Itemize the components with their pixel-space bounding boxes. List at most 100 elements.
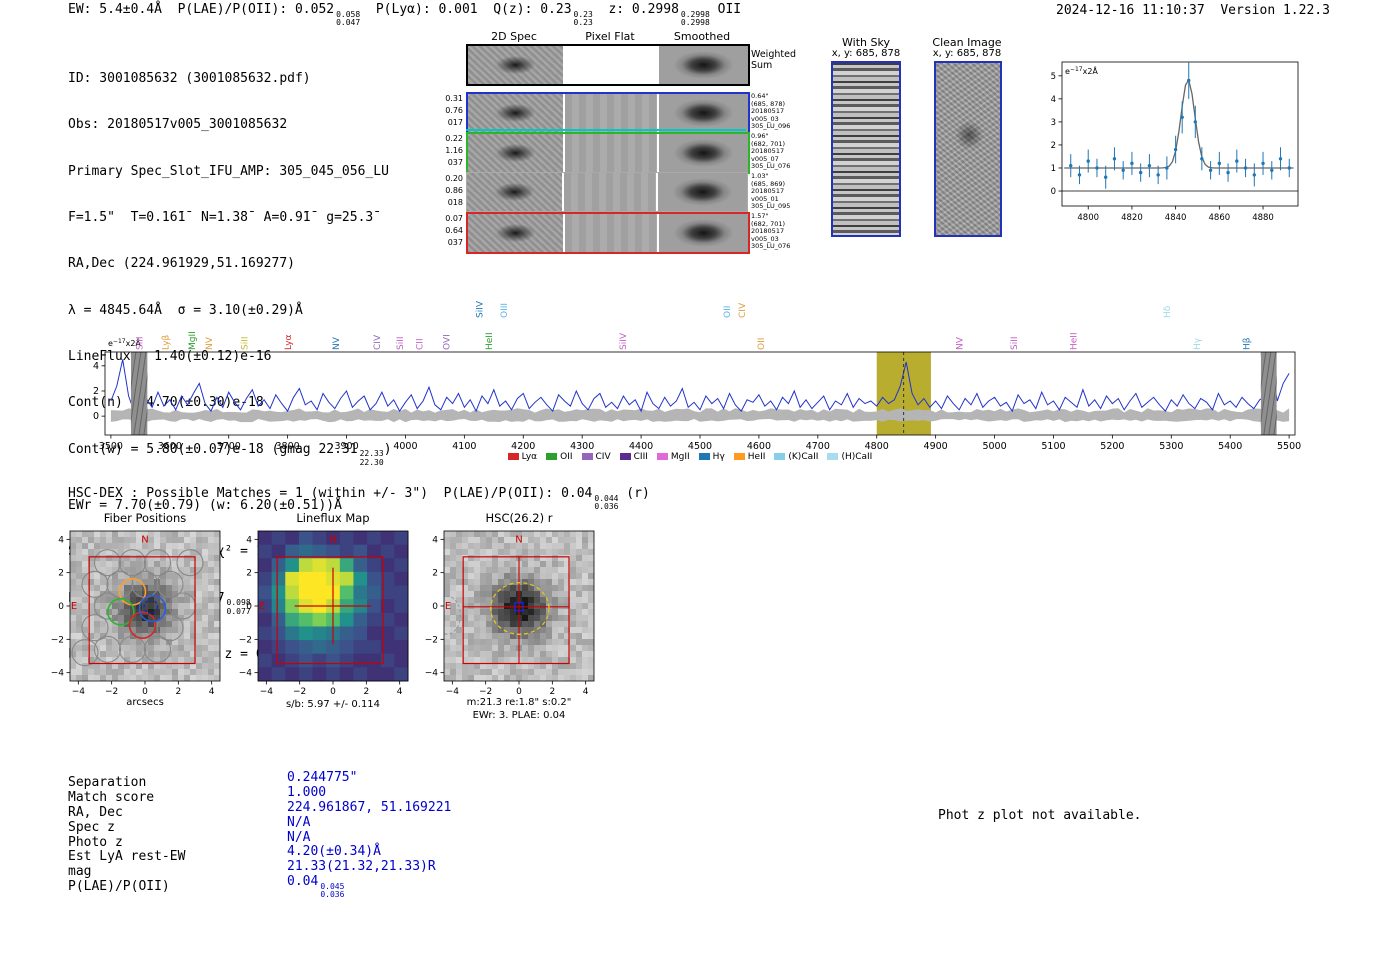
svg-text:−2: −2 xyxy=(51,635,64,645)
fiber-row-weights: 0.22 1.16 037 xyxy=(445,134,463,167)
summary-ew: EW: 5.4±0.4Å P(LAE)/P(OII): 0.052 xyxy=(68,2,335,17)
svg-text:4400: 4400 xyxy=(629,441,653,452)
svg-text:0: 0 xyxy=(516,687,522,697)
legend-item: CIV xyxy=(581,452,611,462)
legend-label: MgII xyxy=(670,452,690,462)
svg-text:N: N xyxy=(515,534,522,545)
info-primary: Primary Spec_Slot_IFU_AMP: 305_045_056_L… xyxy=(68,163,389,179)
fiber-pixelflat-image xyxy=(565,134,657,172)
svg-text:5100: 5100 xyxy=(1041,441,1065,452)
spectrum-legend: Lyα OII CIV CIII MgII Hγ HeII (K)CaII (H)CaII xyxy=(400,452,980,462)
lineflux-map-panel: −4 −4 −2 −2 0 0 2 2 4 4 N E xyxy=(239,530,409,697)
fiber-spec2d-row xyxy=(466,172,748,212)
svg-text:−4: −4 xyxy=(425,669,439,679)
svg-text:0: 0 xyxy=(58,602,64,612)
match-table-value-uncertainty: 0.045 0.036 xyxy=(320,881,345,900)
svg-text:4: 4 xyxy=(432,535,438,545)
svg-text:0: 0 xyxy=(432,602,438,612)
svg-text:CIV: CIV xyxy=(373,334,383,350)
info-fiber-stats: F=1.5" T=0.16̄1̄ N=1.3̄8̄ A=0.9̄1̄ g=25.… xyxy=(68,209,374,225)
svg-text:5300: 5300 xyxy=(1159,441,1183,452)
svg-text:SiIV: SiIV xyxy=(619,332,629,350)
fiber-positions-panel: −4 −4 −2 −2 0 0 2 2 4 4 N E xyxy=(51,530,221,697)
fiber-row-weights: 0.31 0.76 017 xyxy=(445,94,463,127)
svg-text:N: N xyxy=(329,534,336,545)
spec2d-header-2dspec: 2D Spec xyxy=(491,30,537,43)
fiber-pixelflat-image xyxy=(564,173,656,211)
match-table-value: 21.33(21.32,21.33)R xyxy=(287,859,436,875)
svg-text:−4: −4 xyxy=(72,687,86,697)
lineflux-caption: s/b: 5.97 +/- 0.114 xyxy=(285,699,381,710)
fiber-smoothed-image xyxy=(658,173,747,211)
svg-text:OVI: OVI xyxy=(443,334,453,350)
fiber-2dspec-image xyxy=(468,214,563,252)
svg-text:−4: −4 xyxy=(446,687,460,697)
svg-text:Hδ: Hδ xyxy=(1163,305,1173,318)
match-table-value: 4.20(±0.34)Å xyxy=(287,844,381,860)
match-table-value: N/A xyxy=(287,814,311,830)
svg-text:4: 4 xyxy=(397,687,403,697)
fiber-row-cyan-marker xyxy=(466,129,746,131)
svg-text:SiII: SiII xyxy=(241,336,251,350)
svg-text:2: 2 xyxy=(246,569,252,579)
hsc-caption-1: m:21.3 re:1.8" s:0.2" xyxy=(466,697,572,708)
match-table: Separation 0.244775" Match score 1.000 RA, D… xyxy=(68,770,452,899)
match-table-value: 1.000 xyxy=(287,784,327,800)
svg-text:4100: 4100 xyxy=(452,441,476,452)
svg-text:4000: 4000 xyxy=(393,441,417,452)
svg-text:Hβ: Hβ xyxy=(1243,337,1253,350)
hsc-image-panel: −4 −4 −2 −2 0 0 2 2 4 4 N E xyxy=(425,530,595,697)
match-table-label: RA, Dec xyxy=(68,804,123,820)
legend-swatch xyxy=(656,453,668,460)
svg-text:5500: 5500 xyxy=(1277,441,1301,452)
match-table-label: Est LyA rest-EW xyxy=(68,849,186,865)
elixer-report-page: EW: 5.4±0.4Å P(LAE)/P(OII): 0.052 0.058 0.… xyxy=(0,0,1400,953)
fiber-spec2d-row xyxy=(466,92,750,134)
legend-label: (K)CaII xyxy=(788,452,819,462)
match-table-value: 224.961867, 51.169221 xyxy=(287,799,452,815)
svg-text:SiIV: SiIV xyxy=(476,300,486,318)
svg-text:OII: OII xyxy=(723,306,733,318)
legend-item: CIII xyxy=(619,452,648,462)
svg-text:2: 2 xyxy=(1051,141,1056,151)
fiber-row-annotation: 1.03" (685, 869) 20180517 v005_01 305_LU_095 xyxy=(751,172,791,211)
svg-text:−4: −4 xyxy=(239,669,253,679)
svg-text:0: 0 xyxy=(142,687,148,697)
legend-item: HeII xyxy=(733,452,765,462)
svg-text:4300: 4300 xyxy=(570,441,594,452)
svg-text:−2: −2 xyxy=(479,687,492,697)
svg-text:4: 4 xyxy=(583,687,589,697)
legend-swatch xyxy=(774,453,786,460)
svg-text:4820: 4820 xyxy=(1121,213,1143,223)
withsky-coords: x, y: 685, 878 xyxy=(831,48,901,59)
hsc-cutout-title: HSC(26.2) r xyxy=(485,511,553,525)
match-table-value: 0.244775" xyxy=(287,770,358,785)
svg-text:E: E xyxy=(445,601,451,612)
svg-text:4: 4 xyxy=(58,535,64,545)
svg-text:0: 0 xyxy=(1051,187,1056,197)
legend-label: Hγ xyxy=(712,452,725,462)
legend-label: CIV xyxy=(595,452,611,462)
legend-swatch xyxy=(733,453,745,460)
fiber-2dspec-image xyxy=(467,173,562,211)
legend-swatch xyxy=(698,453,710,460)
legend-swatch xyxy=(827,453,839,460)
fiber-2dspec-image xyxy=(468,134,563,172)
svg-text:2: 2 xyxy=(175,687,181,697)
svg-text:4840: 4840 xyxy=(1165,213,1187,223)
svg-text:4700: 4700 xyxy=(806,441,830,452)
legend-item: Hγ xyxy=(698,452,725,462)
svg-text:4: 4 xyxy=(246,535,252,545)
svg-text:Hγ: Hγ xyxy=(1193,337,1203,350)
svg-text:3600: 3600 xyxy=(158,441,182,452)
svg-text:NV: NV xyxy=(332,336,342,350)
spec2d-header-pixelflat: Pixel Flat xyxy=(585,30,635,43)
fiber-pixelflat-image xyxy=(565,94,657,132)
fiber-pixelflat-image xyxy=(565,214,657,252)
summary-z-stack: 0.2998 0.2998 xyxy=(680,9,710,27)
svg-text:Lyα: Lyα xyxy=(284,334,294,350)
svg-text:3700: 3700 xyxy=(217,441,241,452)
weighted-smoothed-image xyxy=(659,46,748,84)
legend-item: MgII xyxy=(656,452,690,462)
summary-line: EW: 5.4±0.4Å P(LAE)/P(OII): 0.052 0.058 0.… xyxy=(68,2,741,27)
